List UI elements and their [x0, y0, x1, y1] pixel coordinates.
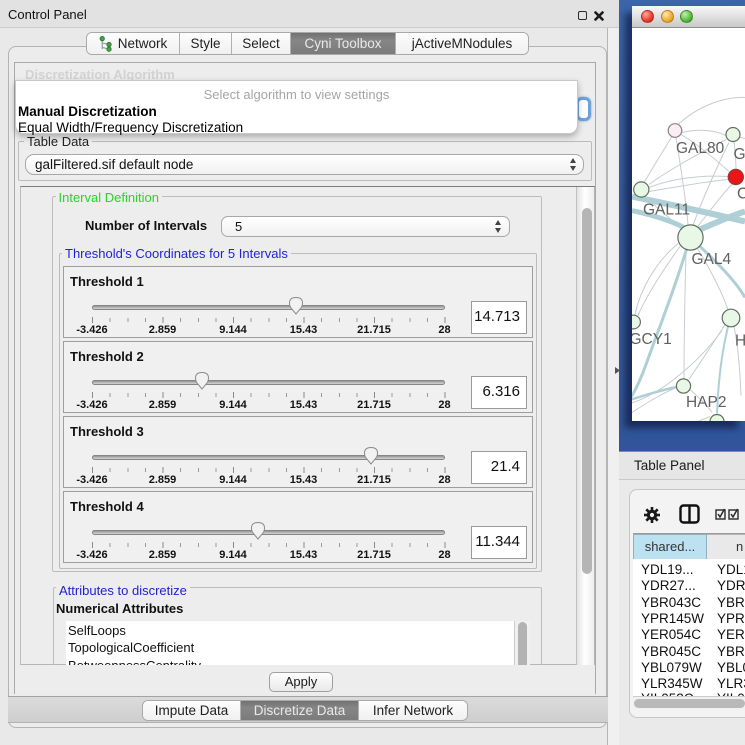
- svg-text:GAL80: GAL80: [676, 140, 725, 157]
- svg-text:C: C: [737, 186, 745, 203]
- svg-text:GAL4: GAL4: [692, 251, 732, 268]
- svg-text:GCY1: GCY1: [632, 331, 672, 348]
- svg-text:GAL11: GAL11: [643, 202, 690, 219]
- svg-text:GA: GA: [734, 146, 745, 163]
- svg-text:HAP2: HAP2: [686, 394, 727, 411]
- svg-text:HA: HA: [735, 333, 745, 350]
